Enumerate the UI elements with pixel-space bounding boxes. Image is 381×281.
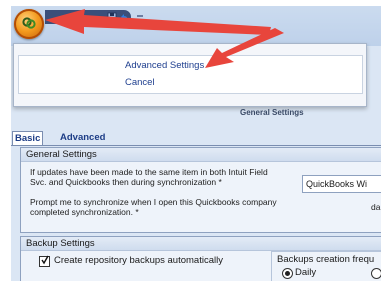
prompt-value: da (371, 202, 381, 212)
app-window: Advanced Settings Cancel General Setting… (11, 6, 381, 281)
cancel-menu-item[interactable]: Cancel (125, 77, 155, 88)
update-conflict-select[interactable]: QuickBooks Wi (302, 175, 381, 193)
tab-advanced[interactable]: Advanced (60, 131, 105, 144)
tab-basic[interactable]: Basic (12, 131, 44, 145)
form-title: General Settings (240, 108, 304, 117)
app-orb-button[interactable] (14, 9, 44, 39)
update-conflict-text-2: Svc. and Quickbooks then during synchron… (30, 177, 222, 187)
title-bar (11, 6, 381, 46)
recent-items-pane (18, 55, 116, 94)
prompt-text-2: completed synchronization. * (30, 207, 139, 217)
create-backups-checkbox[interactable] (39, 255, 50, 267)
settings-tabs: Basic Advanced (11, 131, 381, 145)
application-menu: Advanced Settings Cancel (13, 43, 367, 107)
general-settings-group: General Settings If updates have been ma… (20, 147, 381, 233)
tab-divider (11, 145, 381, 146)
advanced-settings-menu-item[interactable]: Advanced Settings (125, 60, 204, 71)
update-conflict-text-1: If updates have been made to the same it… (30, 167, 268, 177)
backup-frequency-label: Backups creation frequ (277, 254, 375, 265)
daily-radio-label: Daily (295, 267, 317, 278)
backup-settings-group: Backup Settings Create repository backup… (20, 236, 381, 281)
undo-icon[interactable] (119, 12, 129, 22)
prompt-text-1: Prompt me to synchronize when I open thi… (30, 197, 277, 207)
general-settings-header: General Settings (21, 148, 381, 162)
qat-customize[interactable] (137, 15, 143, 17)
create-backups-label: Create repository backups automatically (54, 255, 223, 266)
check-icon (41, 255, 49, 265)
app-orb-icon (22, 17, 36, 29)
daily-radio[interactable] (282, 268, 293, 279)
frequency-radio-2[interactable] (371, 268, 381, 279)
save-icon[interactable] (107, 12, 117, 22)
backup-settings-header: Backup Settings (21, 237, 381, 251)
menu-items-pane: Advanced Settings Cancel (115, 55, 363, 94)
quick-access-toolbar (45, 10, 143, 24)
daily-radio-dot (285, 271, 290, 276)
